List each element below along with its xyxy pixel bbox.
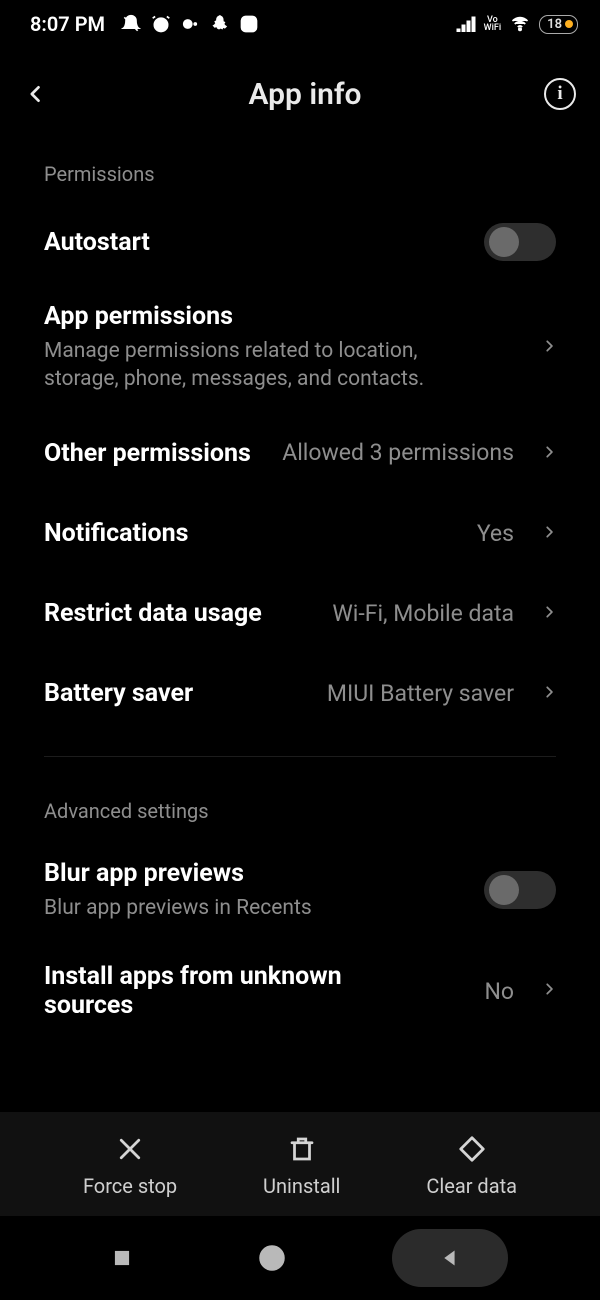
- chevron-right-icon: [542, 441, 556, 467]
- chevron-right-icon: [542, 681, 556, 707]
- content-scroll: Permissions Autostart App permissions Ma…: [0, 142, 600, 1240]
- do-not-disturb-icon: [121, 14, 141, 34]
- chevron-right-icon: [542, 335, 556, 361]
- label-battery-saver: Battery saver: [44, 679, 309, 708]
- value-other-permissions: Allowed 3 permissions: [282, 439, 514, 468]
- toggle-blur-previews[interactable]: [484, 871, 556, 909]
- force-stop-label: Force stop: [83, 1174, 177, 1198]
- row-other-permissions[interactable]: Other permissions Allowed 3 permissions: [0, 414, 600, 494]
- uninstall-button[interactable]: Uninstall: [263, 1134, 340, 1198]
- info-button[interactable]: i: [544, 78, 576, 110]
- force-stop-button[interactable]: Force stop: [83, 1134, 177, 1198]
- label-notifications: Notifications: [44, 519, 459, 548]
- chevron-right-icon: [542, 521, 556, 547]
- dot-icon: [181, 15, 199, 33]
- value-battery-saver: MIUI Battery saver: [327, 680, 514, 707]
- value-install-unknown: No: [484, 978, 514, 1005]
- value-restrict-data: Wi-Fi, Mobile data: [332, 600, 514, 627]
- snapchat-icon: [209, 14, 229, 34]
- status-bar: 8:07 PM Vo WiFi: [0, 0, 600, 46]
- section-advanced: Advanced settings: [0, 779, 600, 839]
- page-title: App info: [248, 77, 361, 112]
- row-install-unknown[interactable]: Install apps from unknown sources No: [0, 942, 600, 1040]
- label-blur-previews: Blur app previews: [44, 859, 466, 888]
- clock-time: 8:07 PM: [30, 12, 105, 36]
- row-blur-previews[interactable]: Blur app previews Blur app previews in R…: [0, 839, 600, 942]
- clear-data-button[interactable]: Clear data: [426, 1134, 517, 1198]
- row-autostart[interactable]: Autostart: [0, 202, 600, 282]
- signal-icon: [456, 16, 476, 32]
- uninstall-label: Uninstall: [263, 1174, 340, 1198]
- row-restrict-data[interactable]: Restrict data usage Wi-Fi, Mobile data: [0, 574, 600, 654]
- header-bar: App info i: [0, 46, 600, 142]
- sub-app-permissions: Manage permissions related to location, …: [44, 337, 484, 394]
- value-notifications: Yes: [477, 520, 514, 547]
- clear-data-label: Clear data: [426, 1174, 517, 1198]
- nav-recent-button[interactable]: [92, 1236, 152, 1280]
- system-nav-bar: [0, 1216, 600, 1300]
- chevron-right-icon: [542, 978, 556, 1004]
- label-install-unknown: Install apps from unknown sources: [44, 962, 374, 1020]
- chevron-right-icon: [542, 601, 556, 627]
- row-battery-saver[interactable]: Battery saver MIUI Battery saver: [0, 654, 600, 734]
- nav-home-button[interactable]: [242, 1236, 302, 1280]
- instagram-icon: [239, 14, 259, 34]
- action-bar: Force stop Uninstall Clear data: [0, 1112, 600, 1216]
- section-permissions: Permissions: [0, 142, 600, 202]
- wifi-icon: [509, 15, 531, 33]
- row-app-permissions[interactable]: App permissions Manage permissions relat…: [0, 282, 600, 414]
- section-divider: [44, 756, 556, 757]
- back-button[interactable]: [26, 74, 66, 114]
- nav-back-button[interactable]: [392, 1229, 508, 1287]
- vowifi-icon: Vo WiFi: [484, 16, 501, 32]
- toggle-autostart[interactable]: [484, 223, 556, 261]
- row-notifications[interactable]: Notifications Yes: [0, 494, 600, 574]
- alarm-icon: [151, 14, 171, 34]
- sub-blur-previews: Blur app previews in Recents: [44, 894, 466, 922]
- label-autostart: Autostart: [44, 228, 466, 257]
- battery-indicator: 18: [539, 15, 578, 34]
- label-app-permissions: App permissions: [44, 302, 514, 331]
- label-other-permissions: Other permissions: [44, 439, 264, 468]
- label-restrict-data: Restrict data usage: [44, 599, 314, 628]
